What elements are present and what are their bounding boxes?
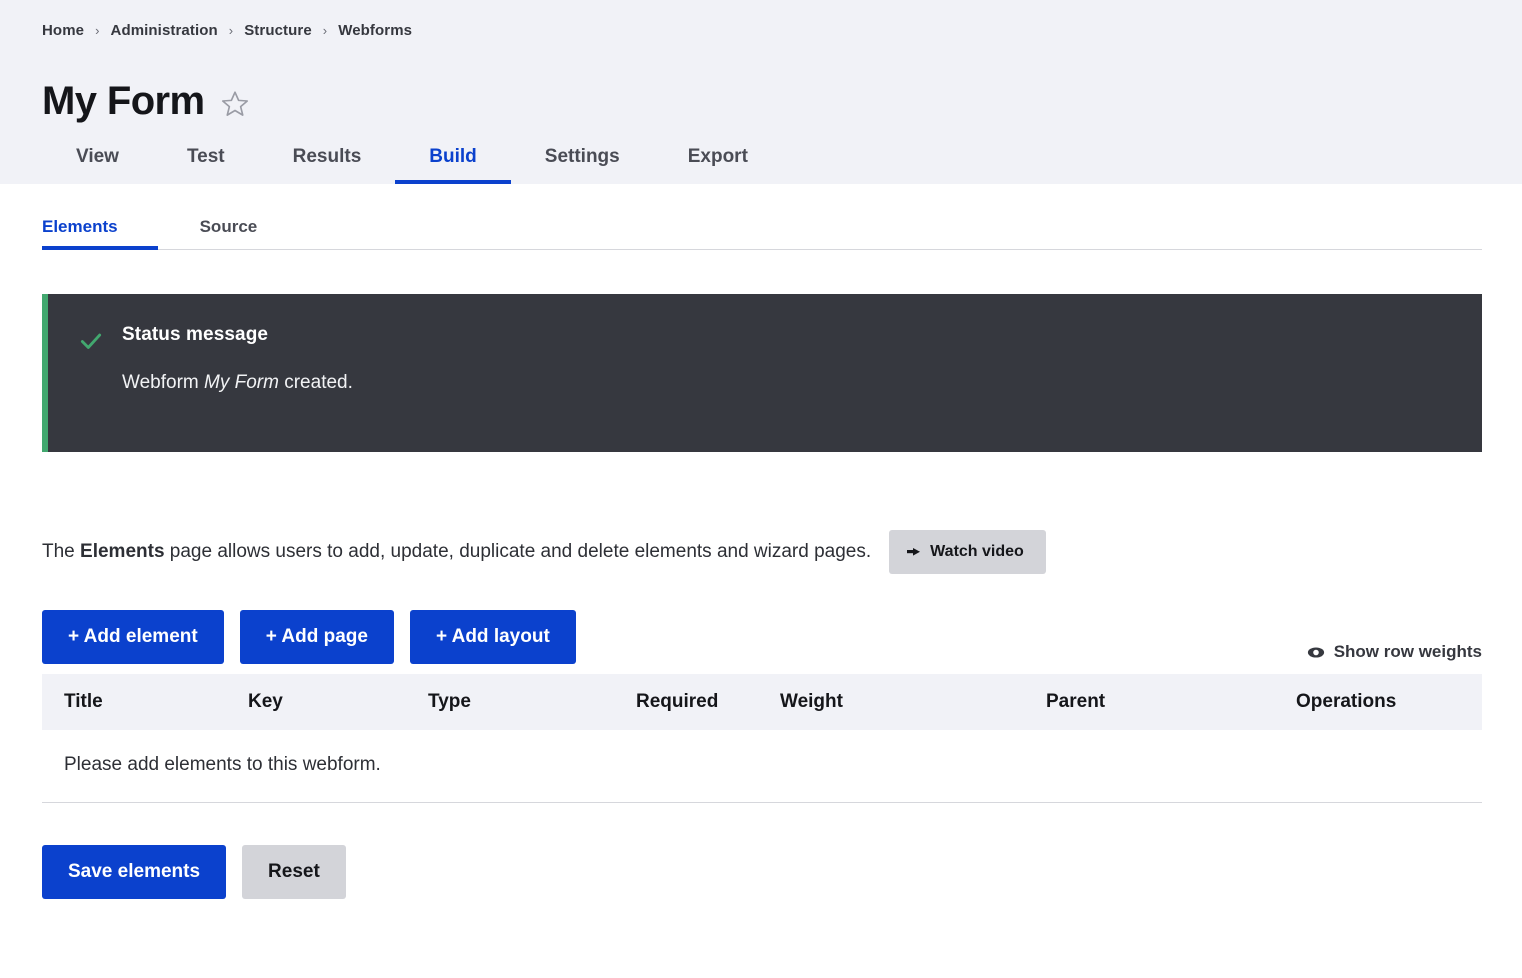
breadcrumb-item-structure[interactable]: Structure	[244, 22, 312, 39]
status-message-title: Status message	[122, 324, 269, 345]
table-header-row: Title Key Type Required Weight Parent Op…	[42, 674, 1482, 730]
column-header-parent[interactable]: Parent	[1046, 674, 1296, 730]
eye-icon	[1307, 646, 1325, 659]
form-actions: Save elements Reset	[42, 845, 1522, 899]
column-header-weight[interactable]: Weight	[780, 674, 1046, 730]
add-page-button[interactable]: + Add page	[239, 610, 394, 664]
play-icon	[907, 546, 921, 558]
primary-tabs: View Test Results Build Settings Export	[42, 128, 1522, 184]
description-suffix: page allows users to add, update, duplic…	[164, 541, 872, 562]
status-body-suffix: created.	[278, 372, 353, 393]
sub-tabs: Elements Source	[0, 184, 1522, 250]
status-message: Status message Webform My Form created.	[42, 294, 1482, 452]
column-header-type[interactable]: Type	[428, 674, 636, 730]
reset-button[interactable]: Reset	[242, 845, 346, 899]
row-weights-row: Show row weights	[0, 642, 1522, 662]
breadcrumb-item-home[interactable]: Home	[42, 22, 84, 39]
show-row-weights-label: Show row weights	[1333, 642, 1482, 661]
table-empty-row: Please add elements to this webform.	[42, 730, 1482, 803]
status-body-prefix: Webform	[122, 372, 205, 393]
elements-description: The Elements page allows users to add, u…	[42, 541, 871, 563]
tab-settings[interactable]: Settings	[511, 147, 654, 184]
page-title: My Form	[42, 78, 205, 123]
tab-test[interactable]: Test	[153, 147, 259, 184]
tab-results[interactable]: Results	[259, 147, 396, 184]
page-header: Home › Administration › Structure › Webf…	[0, 0, 1522, 184]
description-bold: Elements	[80, 541, 165, 562]
breadcrumb-item-webforms[interactable]: Webforms	[338, 22, 412, 39]
breadcrumb-separator-icon: ›	[322, 23, 328, 38]
watch-video-label: Watch video	[930, 543, 1024, 560]
save-elements-button[interactable]: Save elements	[42, 845, 227, 899]
add-element-button[interactable]: + Add element	[42, 610, 224, 664]
watch-video-button[interactable]: Watch video	[889, 530, 1046, 574]
breadcrumb: Home › Administration › Structure › Webf…	[0, 0, 1522, 39]
show-row-weights-link[interactable]: Show row weights	[1307, 642, 1482, 662]
column-header-key[interactable]: Key	[248, 674, 428, 730]
subtab-elements[interactable]: Elements	[42, 218, 158, 250]
elements-table: Title Key Type Required Weight Parent Op…	[42, 674, 1482, 803]
description-prefix: The	[42, 541, 81, 562]
subtab-source[interactable]: Source	[158, 218, 300, 250]
check-icon	[78, 328, 108, 394]
status-body-emphasis: My Form	[204, 372, 279, 393]
tab-view[interactable]: View	[42, 147, 153, 184]
star-outline-icon[interactable]	[220, 89, 250, 119]
breadcrumb-item-administration[interactable]: Administration	[111, 22, 218, 39]
column-header-title[interactable]: Title	[42, 674, 248, 730]
table-empty-message: Please add elements to this webform.	[42, 730, 1482, 803]
tab-build[interactable]: Build	[395, 147, 511, 184]
tab-export[interactable]: Export	[654, 147, 782, 184]
status-message-body: Webform My Form created.	[122, 372, 353, 394]
add-layout-button[interactable]: + Add layout	[409, 610, 576, 664]
column-header-operations[interactable]: Operations	[1296, 674, 1482, 730]
breadcrumb-separator-icon: ›	[95, 23, 100, 38]
elements-description-row: The Elements page allows users to add, u…	[42, 530, 1522, 574]
breadcrumb-separator-icon: ›	[228, 23, 234, 38]
column-header-required[interactable]: Required	[636, 674, 780, 730]
